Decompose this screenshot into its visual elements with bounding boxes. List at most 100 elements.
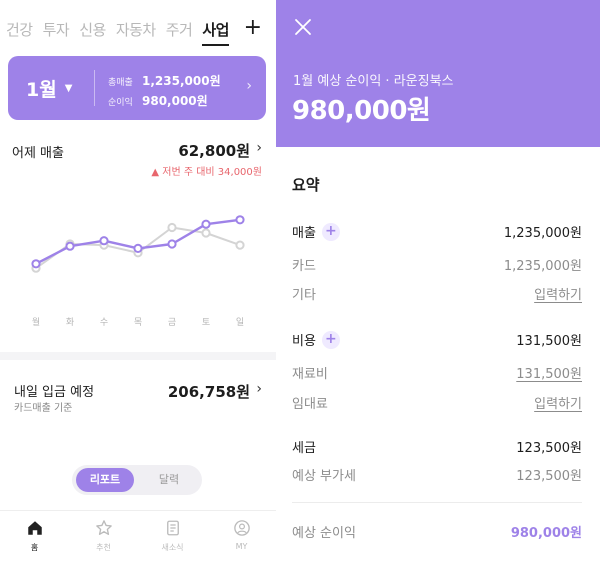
app-root: 건강 투자 신용 자동차 주거 사업 + 1월 ▼ 총매출 1,235,000원… (0, 0, 600, 570)
data-point (167, 222, 177, 233)
row-key: 예상 순이익 (292, 526, 356, 541)
plus-icon[interactable]: + (321, 330, 340, 349)
tab-health[interactable]: 건강 (6, 19, 33, 40)
tab-credit[interactable]: 신용 (79, 19, 106, 40)
data-point (133, 243, 143, 254)
row-key: 세금 (292, 441, 316, 456)
month-summary-card[interactable]: 1월 ▼ 총매출 1,235,000원 순이익 980,000원 › (8, 56, 266, 120)
row-vat: 예상 부가세 123,500원 (292, 465, 582, 484)
profit-label: 순이익 (108, 98, 133, 108)
chevron-right-icon[interactable]: › (256, 381, 262, 397)
row-value: 1,235,000원 (503, 226, 582, 241)
business-home-screen: 건강 투자 신용 자동차 주거 사업 + 1월 ▼ 총매출 1,235,000원… (0, 0, 276, 570)
hero-profit-value: 980,000원 (292, 96, 431, 126)
tab-business[interactable]: 사업 (202, 19, 229, 46)
caret-down-icon: ▼ (64, 83, 73, 94)
row-key: 예상 부가세 (292, 469, 356, 484)
row-sales: 매출 + 1,235,000원 (292, 222, 582, 241)
row-value: 980,000원 (510, 526, 582, 541)
home-icon (27, 521, 42, 535)
calendar-toggle-option[interactable]: 달력 (140, 468, 198, 492)
row-key: 기타 (292, 288, 316, 303)
month-selector[interactable]: 1월 ▼ (26, 75, 72, 102)
input-link[interactable]: 입력하기 (534, 393, 582, 412)
data-point (235, 240, 245, 250)
row-key-text: 매출 (292, 226, 316, 241)
report-toggle-option[interactable]: 리포트 (76, 468, 134, 492)
bottom-navigation: 홈 추천 새소식 MY (0, 510, 276, 570)
row-card: 카드 1,235,000원 (292, 255, 582, 274)
card-divider (94, 70, 95, 106)
profit-hero: 1월 예상 순이익 · 라운징북스 980,000원 (276, 0, 600, 147)
materials-link[interactable]: 131,500원 (516, 363, 582, 382)
chevron-right-icon: › (246, 78, 252, 94)
revenue-value: 1,235,000원 (142, 74, 221, 88)
revenue-row: 총매출 1,235,000원 (108, 72, 221, 89)
deposit-sub: 카드매출 기준 (14, 403, 73, 414)
tab-investment[interactable]: 투자 (43, 19, 70, 40)
summary-section-title: 요약 (292, 176, 320, 194)
x-tick-label: 토 (202, 318, 210, 328)
x-tick-label: 일 (236, 317, 244, 328)
row-cost: 비용 + 131,500원 (292, 330, 582, 349)
tab-car[interactable]: 자동차 (116, 19, 156, 40)
tab-housing[interactable]: 주거 (166, 19, 193, 40)
star-icon (95, 520, 112, 535)
row-rent: 임대료 입력하기 (292, 393, 582, 412)
x-tick-label: 금 (168, 317, 176, 328)
yesterday-sales-label: 어제 매출 (12, 146, 64, 161)
row-key: 매출 + (292, 222, 340, 241)
profit-value: 980,000원 (142, 94, 208, 108)
x-tick-label: 월 (32, 316, 40, 328)
nav-label: 새소식 (161, 543, 184, 552)
revenue-label: 총매출 (108, 78, 133, 88)
data-point (201, 219, 211, 229)
data-point (31, 259, 41, 269)
nav-label: 홈 (30, 543, 39, 552)
row-value: 131,500원 (516, 334, 582, 349)
data-point (235, 215, 245, 225)
yesterday-sales-value[interactable]: 62,800원 (178, 140, 250, 161)
row-tax: 세금 123,500원 (292, 437, 582, 456)
row-key: 비용 + (292, 330, 340, 349)
deposit-value[interactable]: 206,758원 (168, 381, 250, 402)
nav-label: MY (235, 542, 248, 551)
row-key: 카드 (292, 259, 316, 274)
row-value: 1,235,000원 (503, 259, 582, 274)
chevron-right-icon[interactable]: › (256, 140, 262, 156)
nav-home[interactable]: 홈 (0, 511, 69, 570)
month-label: 1월 (26, 79, 57, 101)
row-other: 기타 입력하기 (292, 284, 582, 303)
nav-recommend[interactable]: 추천 (69, 511, 138, 570)
news-icon (166, 520, 179, 536)
nav-my[interactable]: MY (207, 511, 276, 570)
profit-row: 순이익 980,000원 (108, 92, 208, 109)
weekly-sales-chart: 월화수목금토일 (31, 215, 245, 328)
divider (292, 502, 582, 503)
deposit-label: 내일 입금 예정 (14, 385, 95, 400)
nav-news[interactable]: 새소식 (138, 511, 207, 570)
input-link[interactable]: 입력하기 (534, 284, 582, 303)
row-value: 123,500원 (516, 469, 582, 484)
profit-detail-screen: 1월 예상 순이익 · 라운징북스 980,000원 요약 매출 + 1,235,… (276, 0, 600, 570)
row-net-profit: 예상 순이익 980,000원 (292, 522, 582, 541)
data-point (99, 236, 109, 246)
person-icon (233, 520, 250, 536)
row-key: 재료비 (292, 367, 328, 382)
nav-label: 추천 (96, 543, 111, 552)
x-tick-label: 수 (100, 317, 108, 328)
hero-subtitle: 1월 예상 순이익 · 라운징북스 (293, 74, 454, 89)
row-materials: 재료비 131,500원 (292, 363, 582, 382)
row-value: 123,500원 (516, 441, 582, 456)
plus-icon[interactable]: + (321, 222, 340, 241)
row-key-text: 비용 (292, 334, 316, 349)
data-point (167, 239, 177, 249)
close-icon[interactable] (294, 18, 312, 36)
view-toggle: 리포트 달력 (72, 465, 202, 495)
data-point (201, 228, 211, 238)
add-tab-button[interactable]: + (244, 14, 262, 42)
week-delta-text: ▲ 저번 주 대비 34,000원 (151, 167, 262, 178)
x-tick-label: 목 (134, 317, 142, 328)
section-divider (0, 352, 276, 360)
row-key: 임대료 (292, 397, 328, 412)
